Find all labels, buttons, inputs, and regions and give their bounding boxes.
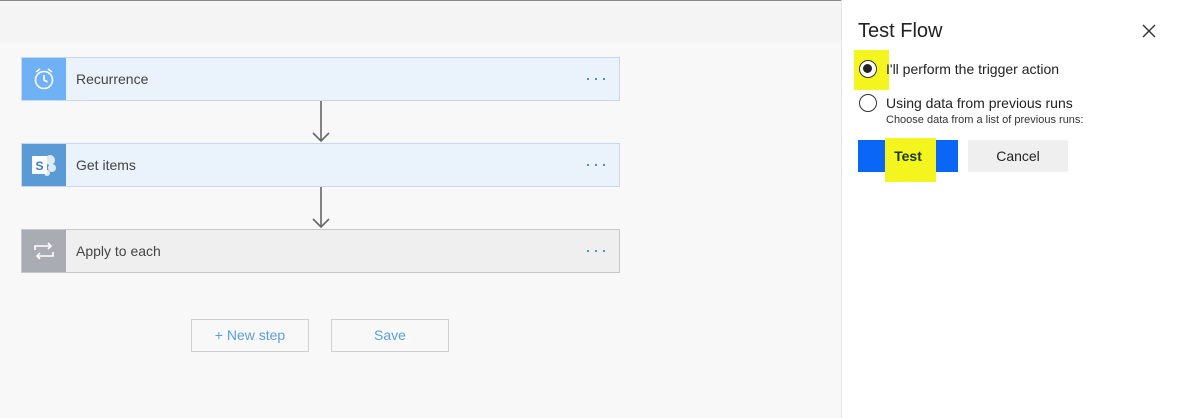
close-icon[interactable] [1138,20,1160,42]
radio-selected-dot [863,64,872,73]
more-options-icon[interactable]: ··· [585,230,609,272]
clock-icon [22,58,66,100]
step-card-apply-to-each[interactable]: Apply to each ··· [21,229,620,273]
loop-icon [22,230,66,272]
step-label: Get items [76,157,136,173]
step-label: Recurrence [76,71,149,87]
svg-text:S: S [35,159,43,173]
more-options-icon[interactable]: ··· [585,58,609,100]
option-label-perform-trigger: I'll perform the trigger action [886,61,1060,77]
test-button-label: Test [894,148,922,164]
sharepoint-icon: S [22,144,66,186]
radio-previous-runs[interactable] [859,94,877,112]
test-flow-panel: Test Flow I'll perform the trigger actio… [841,0,1181,418]
step-card-get-items[interactable]: S Get items ··· [21,143,620,187]
step-label: Apply to each [76,243,161,259]
designer-toolbar [0,1,841,42]
save-button[interactable]: Save [331,319,449,352]
connector-arrow [312,187,330,229]
cancel-button[interactable]: Cancel [968,140,1068,172]
option-label-previous-runs: Using data from previous runs [886,95,1073,111]
new-step-button[interactable]: + New step [191,319,309,352]
connector-arrow [312,101,330,143]
panel-title: Test Flow [858,20,943,42]
option-sublabel-previous-runs: Choose data from a list of previous runs… [886,114,1084,126]
test-button[interactable]: Test [858,138,958,182]
step-card-recurrence[interactable]: Recurrence ··· [21,57,620,101]
radio-perform-trigger[interactable] [859,60,877,78]
more-options-icon[interactable]: ··· [585,144,609,186]
